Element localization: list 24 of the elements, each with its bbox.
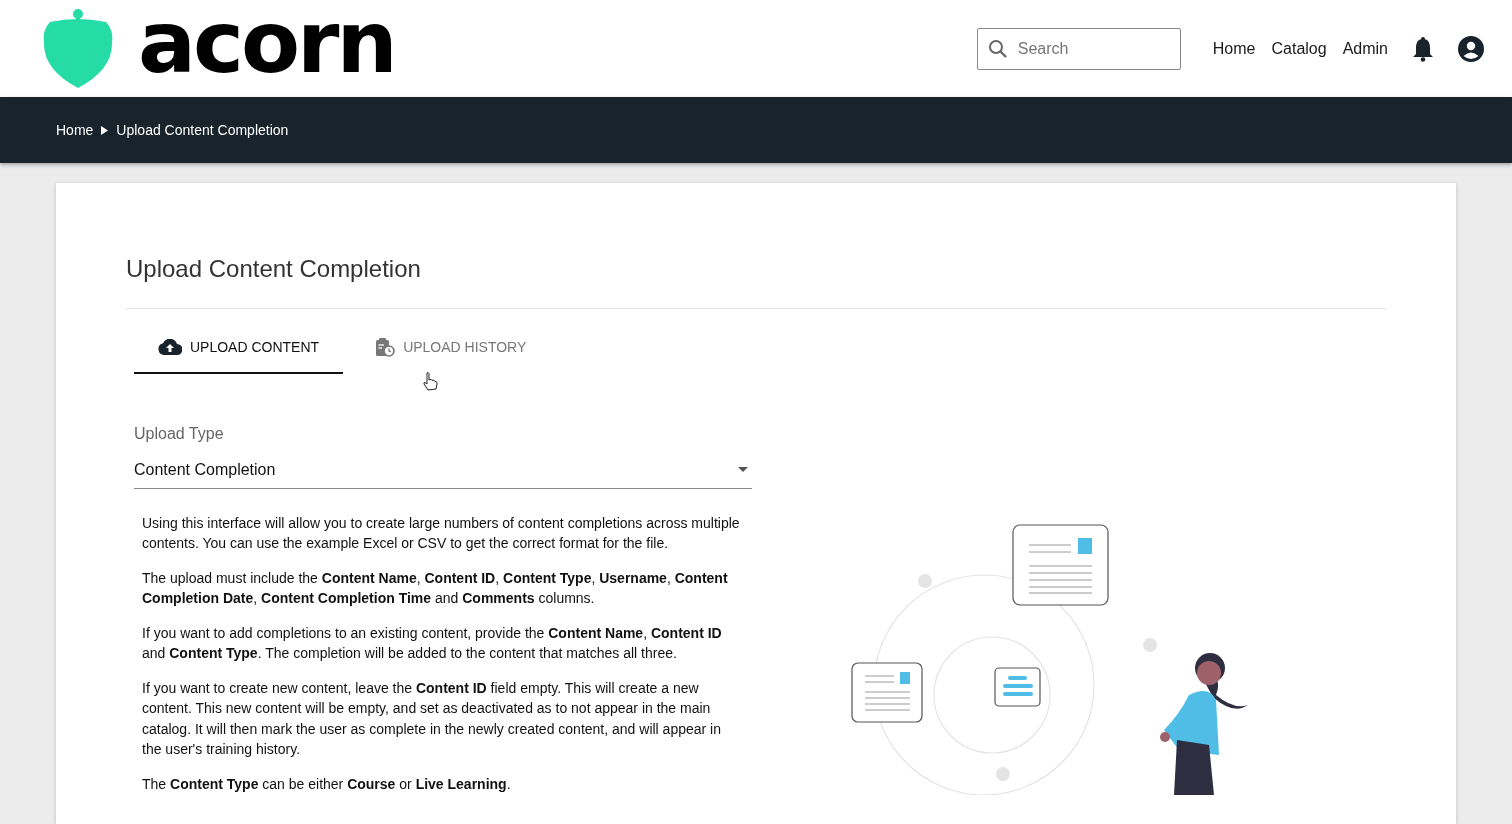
instruction-paragraph: The Content Type can be either Course or Live Learning. (142, 774, 512, 794)
acorn-logo-icon (42, 7, 114, 90)
nav-link[interactable]: Home (1212, 36, 1256, 61)
nav-link[interactable]: Admin (1342, 36, 1388, 61)
nav-link[interactable]: Catalog (1271, 36, 1327, 61)
field-label: Upload Type (134, 423, 225, 444)
caret-icon (101, 125, 109, 135)
clipboard-clock-icon (375, 337, 396, 358)
hand-cursor-icon (422, 372, 438, 391)
tab[interactable]: UPLOAD HISTORY (351, 324, 551, 374)
search-field[interactable]: Search (976, 27, 1181, 70)
instruction-paragraph: Using this interface will allow you to create large numbers of content completions across multiple contents. You can use the example Excel or CSV to get the correct format for the file. (142, 513, 741, 554)
dropdown-caret-icon (738, 467, 748, 473)
page-title: Upload Content Completion (126, 255, 1386, 309)
logo-text: acorn (138, 0, 395, 85)
bell-icon[interactable] (1412, 35, 1434, 62)
user-avatar-icon[interactable] (1458, 35, 1484, 62)
instruction-paragraph: If you want to create new content, leave the Content ID field empty. This will create a new content. This new content will be empty, and set as deactivated as to not appear in the main catalog. It will then mark the user as complete in the newly created content, and will appear in the user's training history. (142, 678, 722, 760)
tab[interactable]: UPLOAD CONTENT (134, 324, 344, 374)
cloud-upload-icon (158, 339, 182, 356)
instruction-paragraph: If you want to add completions to an existing content, provide the Content Name, Content ID and Content Type. The completion will be added to the content that matches all three. (142, 623, 723, 664)
instruction-paragraph: The upload must include the Content Name, Content ID, Content Type, Username, Content Completion Date, Content Completion Time and Comments columns. (142, 568, 729, 609)
breadcrumb-link[interactable]: Home (56, 119, 94, 141)
upload-type-select[interactable]: Content Completion (134, 453, 752, 489)
